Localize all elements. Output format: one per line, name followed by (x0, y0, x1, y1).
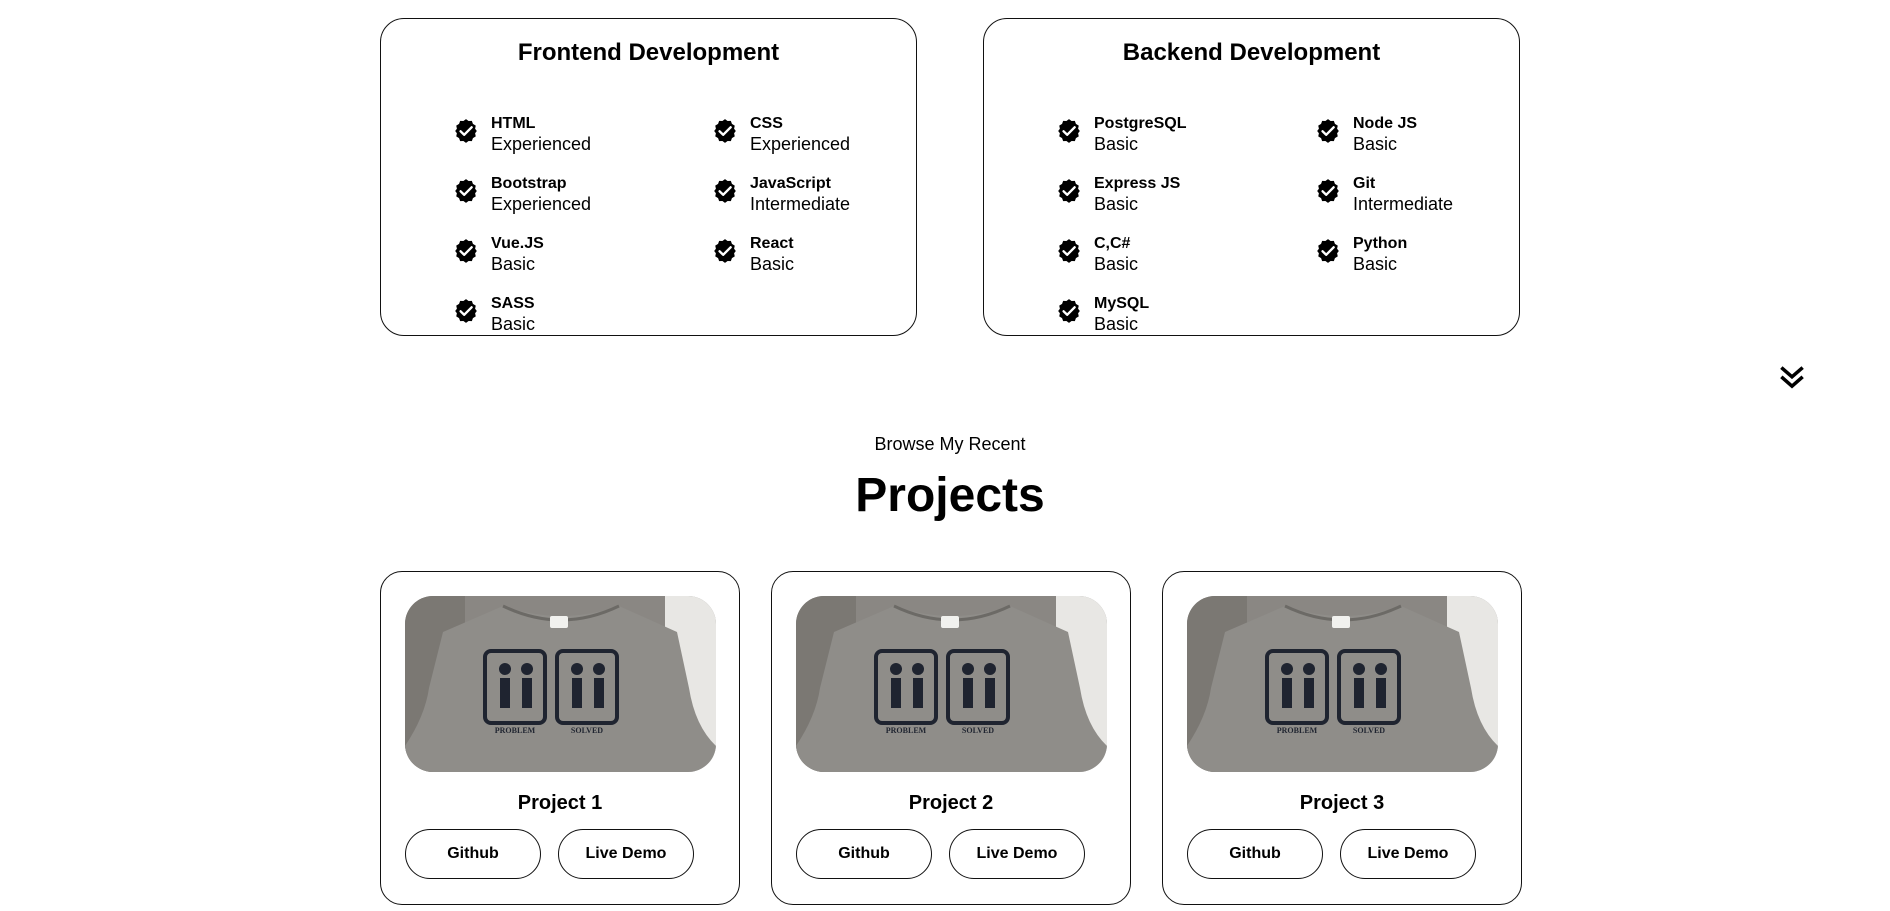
frontend-skill-list: HTML Experienced CSS Experienced Bootstrap… (453, 97, 892, 337)
skill-level: Basic (1353, 134, 1398, 154)
skill-name: C,C# (1094, 235, 1131, 252)
skill-item-react: React Basic (712, 217, 892, 277)
check-badge-icon (455, 239, 477, 263)
skill-item-c-csharp: C,C# Basic (1056, 217, 1315, 277)
frontend-title: Frontend Development (517, 39, 780, 66)
check-badge-icon (1058, 239, 1080, 263)
skill-item-mysql: MySQL Basic (1056, 277, 1315, 337)
skill-level: Basic (491, 314, 536, 334)
project-card: PROBLEM SOLVED Project 3 Github Live Dem… (1162, 571, 1522, 905)
skill-item-vuejs: Vue.JS Basic (453, 217, 712, 277)
project-image: PROBLEM SOLVED (405, 596, 716, 772)
shirt-text-left: PROBLEM (495, 726, 536, 735)
check-badge-icon (1058, 179, 1080, 203)
skill-level: Basic (1353, 254, 1398, 274)
project-title: Project 3 (1299, 792, 1385, 814)
skill-name: React (750, 235, 794, 252)
projects-subtitle: Browse My Recent (874, 434, 1026, 454)
skill-level: Intermediate (750, 194, 851, 214)
skill-name: MySQL (1094, 295, 1150, 312)
skill-item-javascript: JavaScript Intermediate (712, 157, 892, 217)
backend-skills-card: Backend Development PostgreSQL Basic Node… (983, 18, 1520, 336)
skill-level: Basic (1094, 194, 1139, 214)
skill-level: Experienced (491, 134, 592, 154)
skill-level: Intermediate (1353, 194, 1454, 214)
skill-item-expressjs: Express JS Basic (1056, 157, 1315, 217)
project-title: Project 2 (908, 792, 994, 814)
github-button[interactable]: Github (1187, 829, 1323, 879)
check-badge-icon (455, 299, 477, 323)
project-image: PROBLEM SOLVED (1187, 596, 1498, 772)
skill-name: JavaScript (750, 175, 831, 192)
shirt-text-right: SOLVED (571, 726, 603, 735)
check-badge-icon (714, 239, 736, 263)
skill-name: SASS (491, 295, 535, 312)
check-badge-icon (1058, 299, 1080, 323)
skill-item-nodejs: Node JS Basic (1315, 97, 1495, 157)
check-badge-icon (1317, 179, 1339, 203)
check-badge-icon (1317, 119, 1339, 143)
skill-item-css: CSS Experienced (712, 97, 892, 157)
shirt-text-right: SOLVED (1353, 726, 1385, 735)
project-card: PROBLEM SOLVED Project 2 Github Live Dem… (771, 571, 1131, 905)
skill-level: Experienced (750, 134, 851, 154)
skill-level: Basic (1094, 254, 1139, 274)
shirt-text-left: PROBLEM (886, 726, 927, 735)
check-badge-icon (455, 119, 477, 143)
skill-name: PostgreSQL (1094, 115, 1187, 132)
live-demo-button[interactable]: Live Demo (558, 829, 694, 879)
skill-name: HTML (491, 115, 536, 132)
live-demo-button[interactable]: Live Demo (949, 829, 1085, 879)
check-badge-icon (714, 179, 736, 203)
skill-item-bootstrap: Bootstrap Experienced (453, 157, 712, 217)
chevrons-down-icon[interactable] (1778, 364, 1806, 392)
skill-name: Vue.JS (491, 235, 544, 252)
project-card: PROBLEM SOLVED Project 1 Github Live Dem… (380, 571, 740, 905)
skill-level: Basic (491, 254, 536, 274)
skill-level: Basic (750, 254, 795, 274)
shirt-text-right: SOLVED (962, 726, 994, 735)
live-demo-button[interactable]: Live Demo (1340, 829, 1476, 879)
page: Frontend Development HTML Experienced CSS… (0, 0, 1890, 911)
check-badge-icon (714, 119, 736, 143)
skill-name: CSS (750, 115, 783, 132)
github-button[interactable]: Github (405, 829, 541, 879)
backend-title: Backend Development (1122, 39, 1381, 66)
check-badge-icon (1317, 239, 1339, 263)
skill-name: Express JS (1094, 175, 1181, 192)
check-badge-icon (455, 179, 477, 203)
backend-skill-list: PostgreSQL Basic Node JS Basic Express JS B… (1056, 97, 1495, 337)
skill-level: Experienced (491, 194, 592, 214)
frontend-skills-card: Frontend Development HTML Experienced CSS… (380, 18, 917, 336)
skill-name: Node JS (1353, 115, 1418, 132)
skill-item-git: Git Intermediate (1315, 157, 1495, 217)
skill-level: Basic (1094, 134, 1139, 154)
shirt-text-left: PROBLEM (1277, 726, 1318, 735)
check-badge-icon (1058, 119, 1080, 143)
skill-level: Basic (1094, 314, 1139, 334)
skill-item-html: HTML Experienced (453, 97, 712, 157)
skill-name: Python (1353, 235, 1408, 252)
skill-item-postgresql: PostgreSQL Basic (1056, 97, 1315, 157)
projects-title: Projects (855, 469, 1045, 522)
project-title: Project 1 (517, 792, 603, 814)
skill-item-python: Python Basic (1315, 217, 1495, 277)
skill-item-sass: SASS Basic (453, 277, 712, 337)
project-image: PROBLEM SOLVED (796, 596, 1107, 772)
github-button[interactable]: Github (796, 829, 932, 879)
skill-name: Git (1353, 175, 1376, 192)
skill-name: Bootstrap (491, 175, 567, 192)
